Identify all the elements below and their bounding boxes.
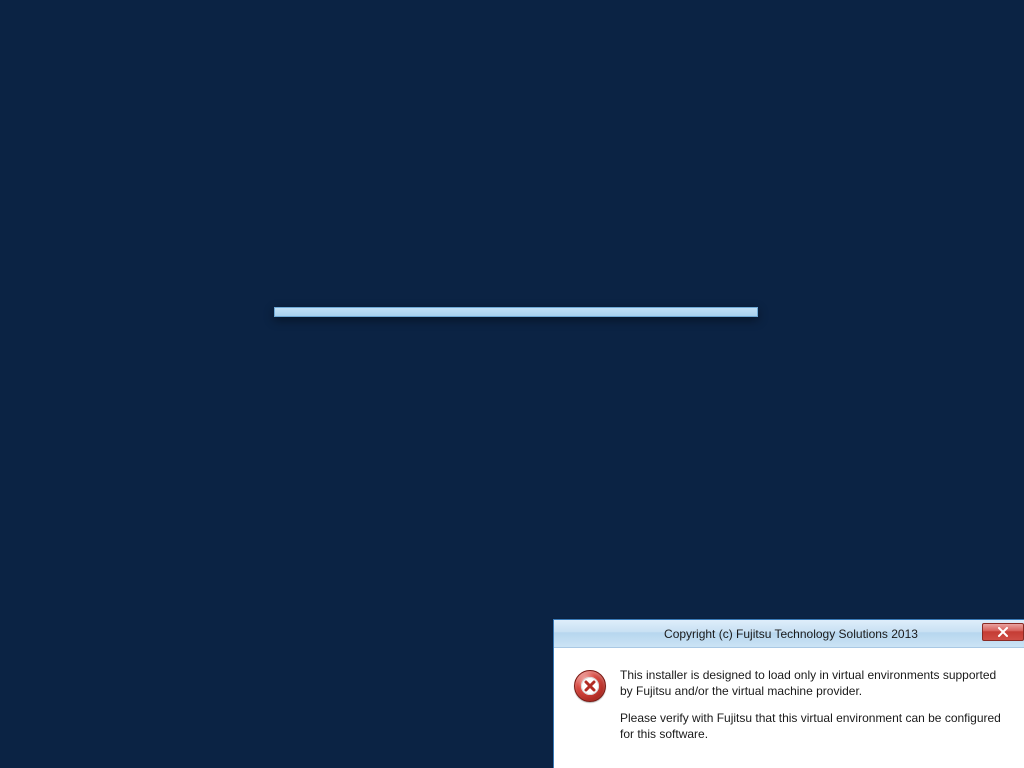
dialog-window: Copyright (c) Fujitsu Technology Solutio… [274,307,758,317]
error-icon [574,670,606,702]
message-paragraph-1: This installer is designed to load only … [620,668,1004,699]
dialog-title: Copyright (c) Fujitsu Technology Solutio… [664,627,918,641]
close-icon [997,627,1009,637]
titlebar[interactable]: Copyright (c) Fujitsu Technology Solutio… [554,620,1024,648]
error-icon-container [574,668,606,742]
message-text: This installer is designed to load only … [620,668,1004,742]
x-icon [582,678,598,694]
dialog-inner: Copyright (c) Fujitsu Technology Solutio… [553,619,1024,768]
dialog-body: This installer is designed to load only … [554,648,1024,768]
message-paragraph-2: Please verify with Fujitsu that this vir… [620,711,1004,742]
close-button[interactable] [982,623,1024,641]
